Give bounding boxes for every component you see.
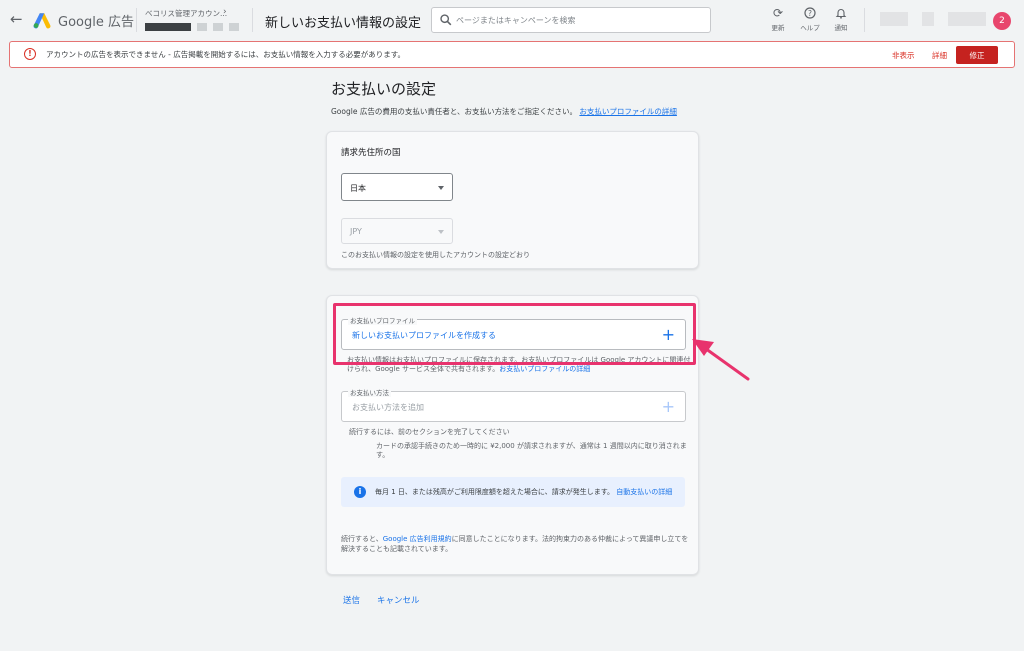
card-authorization-note-line1: カードの承認手続きのため一時的に ¥2,000 が請求されますが、通常は 1 週…: [376, 442, 687, 450]
brand-name: Google 広告: [58, 15, 134, 30]
billing-country-label: 請求先住所の国: [341, 148, 401, 158]
payment-method-placeholder: お支払い方法を追加: [352, 403, 424, 412]
refresh-button[interactable]: ⟳ 更新: [763, 6, 793, 33]
currency-value: JPY: [350, 227, 362, 236]
annotation-arrow-icon: [692, 339, 750, 381]
notifications-label: 通知: [834, 24, 848, 32]
alert-text: アカウントの広告を表示できません - 広告掲載を開始するには、お支払い情報を入力…: [46, 50, 405, 59]
search-icon: [440, 14, 452, 26]
google-ads-logo-icon: [33, 13, 51, 29]
alert-icon: !: [24, 48, 36, 60]
redacted-block: [145, 23, 191, 31]
refresh-label: 更新: [771, 24, 785, 32]
help-label: ヘルプ: [800, 24, 820, 32]
billing-country-card: 請求先住所の国 日本 JPY このお支払い情報の設定を使用したアカウントの設定ど…: [326, 131, 699, 269]
card-authorization-note-line2: す。: [376, 451, 390, 459]
submit-button[interactable]: 送信: [343, 594, 360, 606]
country-value: 日本: [350, 184, 366, 193]
payment-profile-note-link[interactable]: お支払いプロファイルの詳細: [499, 365, 590, 373]
account-name: ベコリス管理アカウン...: [145, 9, 228, 18]
highlight-box: [333, 303, 696, 365]
bell-icon: [826, 7, 856, 20]
cancel-button[interactable]: キャンセル: [377, 594, 420, 606]
caret-down-icon: [438, 230, 444, 234]
caret-down-icon: [438, 186, 444, 190]
fix-button[interactable]: 修正: [956, 46, 998, 64]
billing-info-text: 毎月 1 日、または残高がご利用限度額を超えた場合に、請求が発生します。 自動支…: [375, 487, 672, 497]
avatar[interactable]: 2: [993, 12, 1011, 30]
svg-text:?: ?: [808, 9, 812, 18]
alert-banner: ! アカウントの広告を表示できません - 広告掲載を開始するには、お支払い情報を…: [9, 41, 1015, 68]
header-divider: [864, 8, 865, 32]
intro-description: Google 広告の費用の支払い責任者と、お支払い方法をご指定ください。: [331, 107, 578, 116]
billing-info-box: i 毎月 1 日、または残高がご利用限度額を超えた場合に、請求が発生します。 自…: [341, 477, 685, 507]
currency-select: JPY: [341, 218, 453, 244]
redacted-block: [922, 12, 934, 26]
redacted-block: [213, 23, 223, 31]
redacted-block: [880, 12, 908, 26]
country-select[interactable]: 日本: [341, 173, 453, 201]
terms-suffix: に同意したことになります。法的拘束力のある仲裁によって異議申し立てを: [451, 535, 689, 543]
redacted-block: [948, 12, 986, 26]
terms-line1: 続行すると、Google 広告利用規約に同意したことになります。法的拘束力のある…: [341, 534, 688, 544]
details-link[interactable]: 詳細: [932, 50, 947, 61]
terms-prefix: 続行すると、: [341, 535, 383, 543]
terms-line2: 解決することも記載されています。: [341, 545, 453, 553]
billing-info-description: 毎月 1 日、または残高がご利用限度額を超えた場合に、請求が発生します。: [375, 488, 614, 496]
notifications-button[interactable]: 通知: [826, 7, 856, 32]
payment-method-field: お支払い方法 お支払い方法を追加 +: [341, 387, 686, 422]
plus-icon: +: [661, 397, 675, 416]
account-switcher[interactable]: ベコリス管理アカウン... ›: [145, 7, 245, 31]
payment-profile-note-line2: けられ、Google サービス全体で共有されます。お支払いプロファイルの詳細: [347, 364, 590, 374]
payment-profile-details-link[interactable]: お支払いプロファイルの詳細: [579, 107, 677, 116]
info-icon: i: [354, 486, 366, 498]
search-input[interactable]: [456, 11, 706, 29]
dismiss-link[interactable]: 非表示: [892, 50, 915, 61]
help-button[interactable]: ? ヘルプ: [795, 7, 825, 32]
intro-text: Google 広告の費用の支払い責任者と、お支払い方法をご指定ください。 お支払…: [331, 106, 677, 117]
page-title: お支払いの設定: [331, 80, 437, 98]
help-icon: ?: [795, 7, 825, 20]
account-id-redacted: [145, 23, 245, 31]
chevron-right-icon: ›: [223, 7, 227, 17]
payment-method-legend: お支払い方法: [348, 387, 391, 397]
page-heading: 新しいお支払い情報の設定: [265, 16, 422, 31]
redacted-block: [197, 23, 207, 31]
back-arrow-icon[interactable]: ←: [10, 10, 28, 28]
redacted-block: [229, 23, 239, 31]
prerequisite-note: 続行するには、前のセクションを完了してください: [349, 428, 510, 436]
terms-link[interactable]: Google 広告利用規約: [383, 535, 452, 543]
payment-profile-note-text: けられ、Google サービス全体で共有されます。: [347, 365, 500, 373]
header-divider: [136, 8, 137, 32]
currency-note: このお支払い情報の設定を使用したアカウントの設定どおり: [341, 251, 530, 259]
top-bar: ← Google 広告 ベコリス管理アカウン... › 新しいお支払い情報の設定…: [0, 0, 1024, 40]
search-box[interactable]: [431, 7, 711, 33]
auto-payment-details-link[interactable]: 自動支払いの詳細: [616, 488, 672, 496]
header-divider: [252, 8, 253, 32]
refresh-icon: ⟳: [772, 6, 784, 20]
